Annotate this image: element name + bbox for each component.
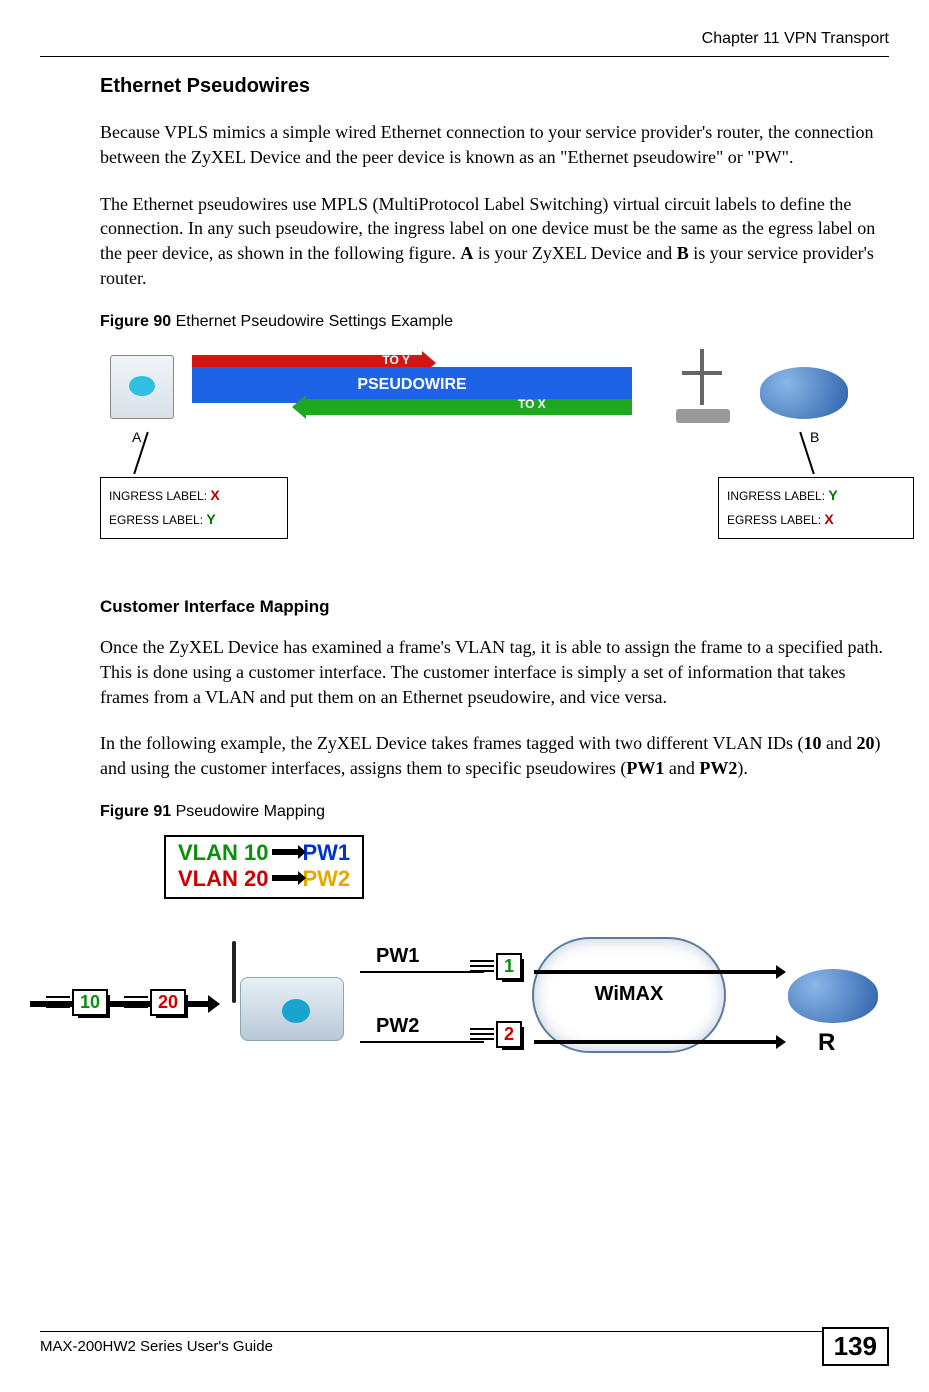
pseudowire-bar: PSEUDOWIRE (192, 367, 632, 403)
text: and (664, 758, 699, 778)
frame-lines-icon (124, 993, 148, 1009)
text: ). (737, 758, 748, 778)
pw2-label: PW2 (302, 866, 350, 891)
text: is your ZyXEL Device and (473, 243, 676, 263)
paragraph: In the following example, the ZyXEL Devi… (100, 731, 889, 781)
wimax-cloud-icon: WiMAX (532, 937, 726, 1053)
bold-10: 10 (803, 733, 821, 753)
label-y: Y (206, 511, 215, 527)
cloud-arrow (534, 1040, 776, 1044)
tag-value: 2 (504, 1024, 514, 1044)
paragraph: The Ethernet pseudowires use MPLS (Multi… (100, 192, 889, 291)
frame-tag-pw2: 2 (496, 1021, 522, 1048)
ingress-label-text: INGRESS LABEL: (727, 489, 828, 503)
device-a-icon (110, 355, 174, 419)
frame-tag-20: 20 (150, 989, 186, 1016)
arrow-to-y-label: TO Y (382, 353, 410, 367)
arrow-icon (272, 875, 298, 881)
figure90-diagram: TO Y PSEUDOWIRE TO X A INGRESS LABEL: X … (100, 339, 900, 569)
bold-20: 20 (856, 733, 874, 753)
fig-title: Ethernet Pseudowire Settings Example (171, 313, 453, 330)
text: In the following example, the ZyXEL Devi… (100, 733, 803, 753)
figure91-caption: Figure 91 Pseudowire Mapping (100, 803, 889, 821)
fig-num: Figure 90 (100, 313, 171, 330)
arrow-to-x-label: TO X (518, 397, 546, 411)
vlan20-label: VLAN 20 (178, 866, 268, 891)
router-r-label: R (818, 1029, 835, 1057)
footer-guide: MAX-200HW2 Series User's Guide (40, 1338, 273, 1355)
frame-tag-10: 10 (72, 989, 108, 1016)
label-x: X (824, 511, 833, 527)
tag-value: 1 (504, 956, 514, 976)
callout-b: INGRESS LABEL: Y EGRESS LABEL: X (718, 477, 914, 539)
subheading-customer-interface-mapping: Customer Interface Mapping (100, 597, 889, 617)
figure90-caption: Figure 90 Ethernet Pseudowire Settings E… (100, 313, 889, 331)
label-x: X (210, 487, 219, 503)
tag-value: 20 (158, 992, 178, 1012)
vlan10-label: VLAN 10 (178, 840, 268, 865)
router-r-icon (788, 969, 878, 1023)
frame-lines-icon (470, 1025, 494, 1041)
pw1-label: PW1 (302, 840, 350, 865)
cloud-arrow (534, 970, 776, 974)
frame-lines-icon (46, 993, 70, 1009)
device-b-label: B (810, 429, 819, 445)
paragraph: Because VPLS mimics a simple wired Ether… (100, 120, 889, 170)
tag-value: 10 (80, 992, 100, 1012)
page-number: 139 (822, 1327, 889, 1366)
page-header: Chapter 11 VPN Transport (0, 0, 929, 56)
pw1-line-label: PW1 (376, 945, 419, 968)
zyxel-device-icon (226, 941, 356, 1051)
arrow-icon (272, 849, 298, 855)
pw2-line (360, 1041, 484, 1043)
egress-label-text: EGRESS LABEL: (727, 513, 824, 527)
bold-pw2: PW2 (699, 758, 737, 778)
arrow-to-x: TO X (306, 399, 632, 415)
egress-label-text: EGRESS LABEL: (109, 513, 206, 527)
pw1-line (360, 971, 484, 973)
tower-icon (662, 341, 742, 431)
router-b-icon (760, 367, 848, 419)
fig-num: Figure 91 (100, 803, 171, 820)
paragraph: Once the ZyXEL Device has examined a fra… (100, 635, 889, 709)
ingress-label-text: INGRESS LABEL: (109, 489, 210, 503)
bold-pw1: PW1 (626, 758, 664, 778)
text: and (821, 733, 856, 753)
fig-title: Pseudowire Mapping (171, 803, 325, 820)
page-footer: MAX-200HW2 Series User's Guide 139 (40, 1327, 889, 1366)
label-y: Y (828, 487, 837, 503)
figure91-diagram: VLAN 10PW1 VLAN 20PW2 10 20 PW1 1 PW2 2 … (30, 829, 830, 1089)
header-rule (40, 56, 889, 57)
mapping-box: VLAN 10 PW1 VLAN 20 PW2 (164, 835, 364, 899)
bold-A: A (460, 243, 473, 263)
wimax-label: WiMAX (534, 983, 724, 1006)
frame-lines-icon (470, 957, 494, 973)
bold-B: B (677, 243, 689, 263)
callout-a: INGRESS LABEL: X EGRESS LABEL: Y (100, 477, 288, 539)
frame-tag-pw1: 1 (496, 953, 522, 980)
section-heading-ethernet-pseudowires: Ethernet Pseudowires (100, 75, 889, 98)
device-a-label: A (132, 429, 141, 445)
pw2-line-label: PW2 (376, 1015, 419, 1038)
